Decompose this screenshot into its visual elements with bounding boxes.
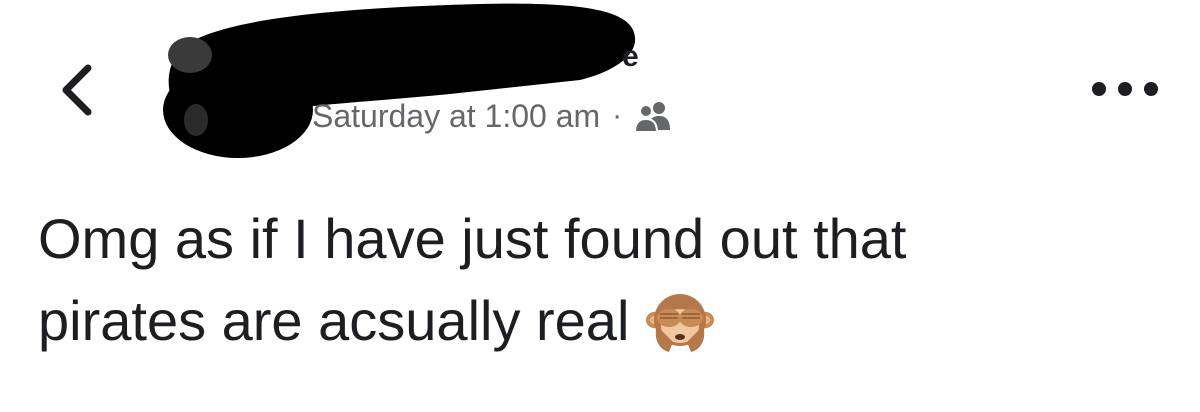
author-name-fragment[interactable]: e (622, 42, 639, 72)
more-options-icon (1092, 82, 1106, 96)
friends-icon[interactable] (634, 99, 674, 133)
redaction-scribble (150, 0, 670, 170)
more-options-button[interactable] (1092, 74, 1158, 104)
post-timestamp[interactable]: Saturday at 1:00 am (312, 98, 600, 135)
post-text-line-2-wrapper: pirates are acsually real (38, 280, 1168, 362)
meta-separator: · (612, 99, 623, 132)
back-button[interactable] (52, 58, 104, 122)
post-body: Omg as if I have just found out that pir… (38, 198, 1168, 362)
more-options-dot (1118, 82, 1132, 96)
post-text-line-2: pirates are acsually real (38, 289, 630, 352)
chevron-left-icon (52, 58, 104, 122)
see-no-evil-monkey-icon (645, 286, 715, 356)
more-options-dot (1144, 82, 1158, 96)
post-meta: Saturday at 1:00 am · (312, 94, 674, 138)
post-text-line-1: Omg as if I have just found out that (38, 207, 907, 270)
